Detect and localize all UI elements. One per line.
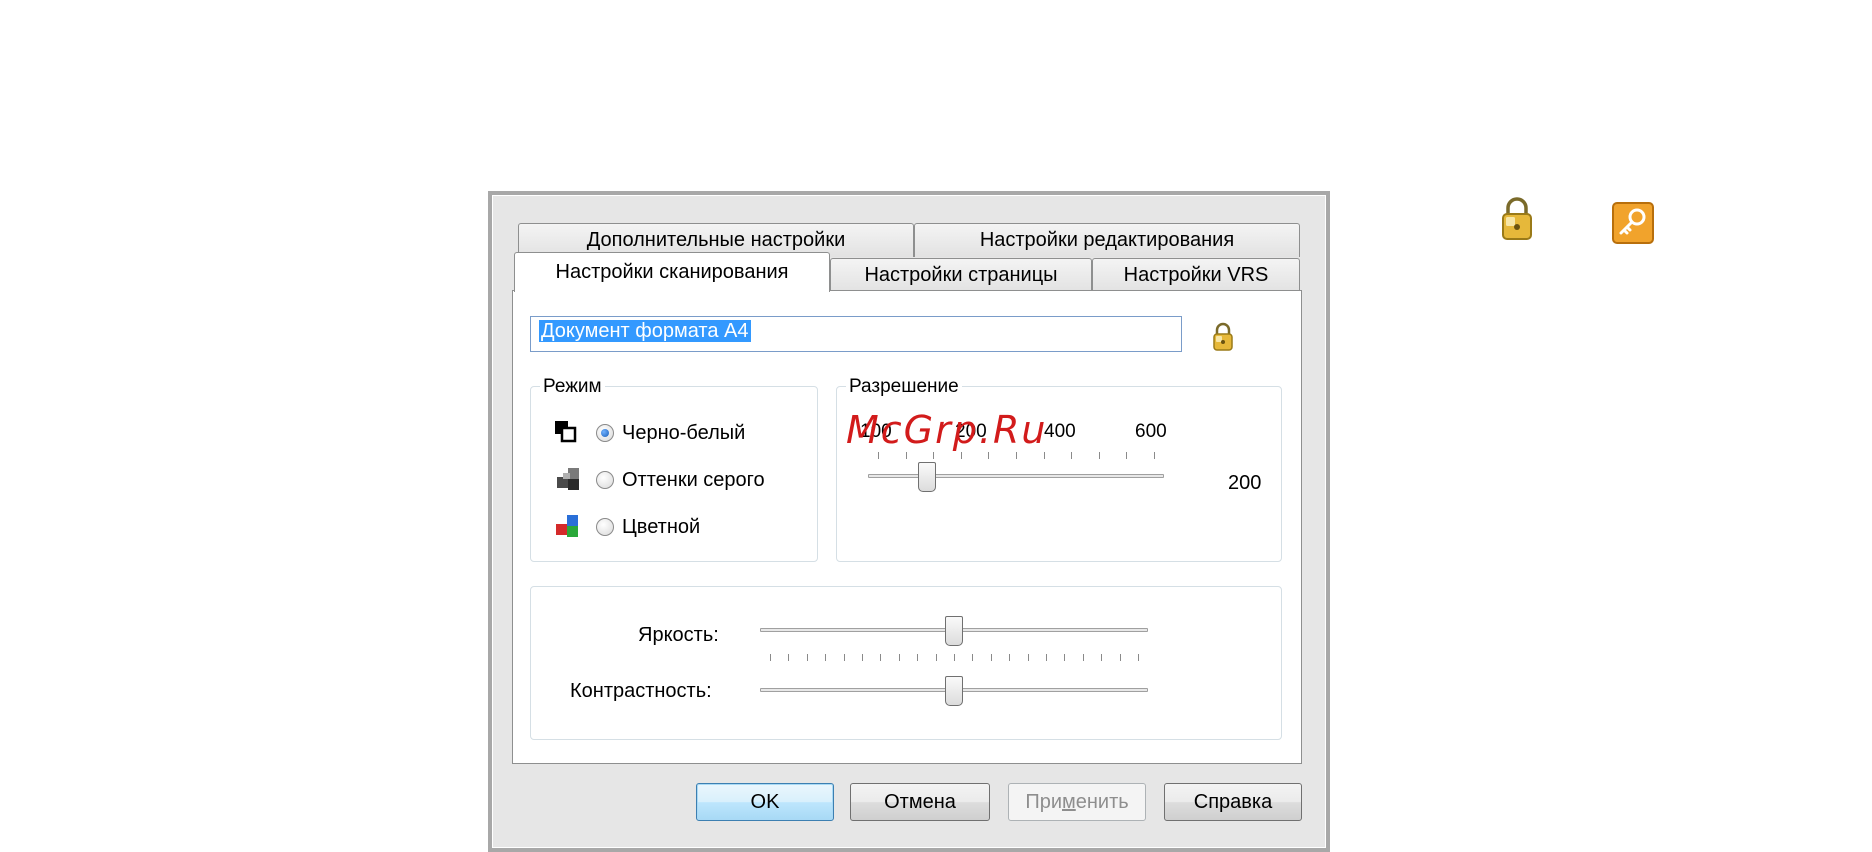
resolution-tick xyxy=(1016,452,1017,459)
adjust-tick xyxy=(1027,654,1029,661)
mode-group-title: Режим xyxy=(540,376,605,398)
adjust-tick xyxy=(1101,654,1103,661)
adjust-tick xyxy=(1138,654,1139,661)
mode-gray-label: Оттенки серого xyxy=(622,468,765,491)
resolution-tick xyxy=(878,452,879,459)
resolution-tick xyxy=(960,452,962,459)
resolution-value: 200 xyxy=(1228,472,1262,494)
mode-bw-option[interactable]: Черно-белый xyxy=(554,420,745,446)
mode-color-label: Цветной xyxy=(622,515,701,538)
adjust-tick xyxy=(990,654,992,661)
brightness-slider-thumb[interactable] xyxy=(945,616,963,646)
cancel-button-label: Отмена xyxy=(884,790,956,813)
mode-gray-radio[interactable] xyxy=(596,471,614,489)
tab-vrs-settings[interactable]: Настройки VRS xyxy=(1092,258,1300,292)
adjust-tick xyxy=(1046,654,1047,661)
resolution-tick xyxy=(1126,452,1128,459)
adjust-tick xyxy=(770,654,771,661)
adjust-tick xyxy=(825,654,827,661)
adjust-tick xyxy=(917,654,919,661)
tab-scan-settings[interactable]: Настройки сканирования xyxy=(514,252,830,292)
apply-button-label: Применить xyxy=(1025,791,1128,814)
adjust-tick xyxy=(806,654,808,661)
adjust-tick xyxy=(1009,654,1011,661)
preset-name-selected-text: Документ формата A4 xyxy=(539,320,751,342)
tab-label: Настройки сканирования xyxy=(555,261,789,283)
mode-color-option[interactable]: Цветной xyxy=(554,514,700,540)
resolution-slider-thumb[interactable] xyxy=(918,462,937,492)
tab-label: Дополнительные настройки xyxy=(586,229,846,251)
adjust-tick xyxy=(880,654,882,661)
help-button-label: Справка xyxy=(1193,790,1273,813)
tab-label: Настройки VRS xyxy=(1123,264,1269,286)
apply-label-mnemonic: м xyxy=(1062,790,1076,813)
adjust-tick xyxy=(935,654,937,661)
adjust-tick xyxy=(843,654,845,661)
tab-label: Настройки редактирования xyxy=(979,229,1235,251)
resolution-tick xyxy=(1098,452,1100,459)
contrast-label: Контрастность: xyxy=(570,680,712,702)
resolution-group-title: Разрешение xyxy=(846,376,962,398)
adjust-tick xyxy=(972,654,974,661)
mode-gray-option[interactable]: Оттенки серого xyxy=(554,467,765,493)
grayscale-cubes-icon xyxy=(557,468,579,490)
adjust-tick xyxy=(862,654,863,661)
preset-name-input[interactable]: Документ формата A4 xyxy=(530,316,1182,352)
black-white-icon xyxy=(555,421,577,443)
resolution-scale-600: 600 xyxy=(1135,421,1167,442)
adjust-tick xyxy=(1082,654,1084,661)
tab-page-settings[interactable]: Настройки страницы xyxy=(830,258,1092,292)
cancel-button[interactable]: Отмена xyxy=(850,783,990,821)
resolution-scale-400: 400 xyxy=(1044,421,1076,442)
watermark-text: McGrp.Ru xyxy=(846,408,1048,452)
adjust-tick xyxy=(898,654,900,661)
ok-button[interactable]: OK xyxy=(696,783,834,821)
apply-label-part: При xyxy=(1025,790,1062,813)
brightness-contrast-group xyxy=(530,586,1282,740)
tab-label: Настройки страницы xyxy=(864,264,1058,286)
apply-button[interactable]: Применить xyxy=(1008,783,1146,821)
contrast-slider-thumb[interactable] xyxy=(945,676,963,706)
resolution-tick xyxy=(988,452,990,459)
brightness-label: Яркость: xyxy=(638,624,719,646)
adjust-tick xyxy=(1119,654,1121,661)
help-button[interactable]: Справка xyxy=(1164,783,1302,821)
resolution-tick xyxy=(905,452,907,459)
apply-label-part: енить xyxy=(1075,790,1129,813)
adjust-tick xyxy=(788,654,790,661)
ok-button-label: OK xyxy=(750,790,780,813)
lock-icon[interactable] xyxy=(1212,322,1234,352)
mode-color-radio[interactable] xyxy=(596,518,614,536)
mode-bw-label: Черно-белый xyxy=(622,421,746,444)
color-cubes-icon xyxy=(556,515,578,537)
resolution-tick xyxy=(933,452,935,459)
resolution-slider-track[interactable] xyxy=(868,474,1164,478)
key-icon xyxy=(1612,202,1654,244)
resolution-tick xyxy=(1071,452,1073,459)
resolution-tick xyxy=(1043,452,1045,459)
resolution-tick xyxy=(1154,452,1155,459)
lock-icon xyxy=(1502,197,1532,240)
mode-bw-radio[interactable] xyxy=(596,424,614,442)
adjust-tick xyxy=(1064,654,1066,661)
adjust-tick xyxy=(954,654,955,661)
tab-edit-settings[interactable]: Настройки редактирования xyxy=(914,223,1300,257)
